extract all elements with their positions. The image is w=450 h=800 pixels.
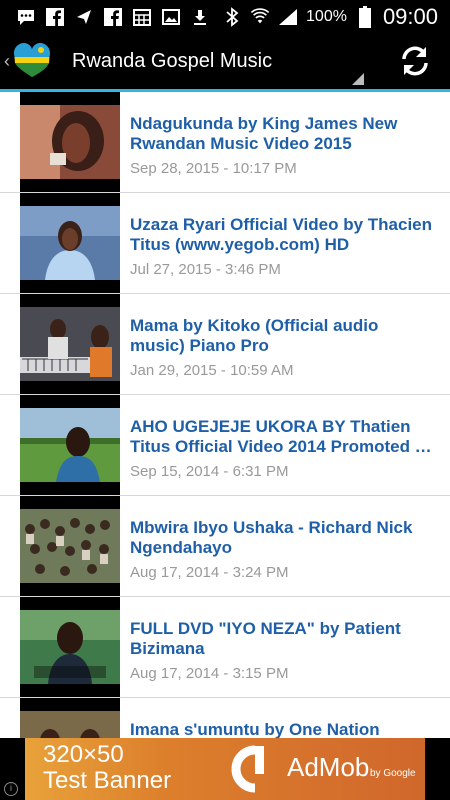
bluetooth-icon — [222, 6, 242, 27]
video-thumbnail[interactable] — [20, 92, 120, 192]
download-icon — [190, 7, 210, 27]
ad-by-google: by Google — [370, 768, 416, 779]
wifi-icon — [250, 7, 270, 27]
video-row[interactable]: Uzaza Ryari Official Video by Thacien Ti… — [0, 193, 450, 294]
calendar-icon — [132, 7, 152, 27]
ad-banner[interactable]: 320×50 Test Banner AdMob by Google — [25, 738, 425, 800]
battery-percent: 100% — [306, 7, 347, 25]
facebook-icon — [45, 7, 65, 27]
video-date: Sep 28, 2015 - 10:17 PM — [130, 160, 297, 177]
video-title[interactable]: Imana s'umuntu by One Nation — [130, 720, 435, 738]
back-chevron-icon[interactable]: ‹ — [4, 51, 10, 72]
flight-icon — [74, 7, 94, 27]
video-row[interactable]: Ndagukunda by King James New Rwandan Mus… — [0, 92, 450, 193]
ad-test-label: Test Banner — [43, 767, 172, 794]
video-title[interactable]: FULL DVD "IYO NEZA" by Patient Bizimana — [130, 619, 435, 659]
refresh-icon[interactable] — [398, 44, 432, 78]
battery-icon — [355, 5, 375, 28]
ad-brand: AdMob — [287, 752, 370, 782]
video-row[interactable]: FULL DVD "IYO NEZA" by Patient Bizimana … — [0, 597, 450, 698]
rwanda-heart-logo-icon[interactable] — [12, 41, 52, 81]
video-row[interactable]: AHO UGEJEJE UKORA BY Thatien Titus Offic… — [0, 395, 450, 496]
video-date: Jan 29, 2015 - 10:59 AM — [130, 362, 294, 379]
status-bar: 100% 09:00 — [0, 0, 450, 33]
video-row[interactable]: Imana s'umuntu by One Nation — [0, 698, 450, 738]
video-title[interactable]: Uzaza Ryari Official Video by Thacien Ti… — [130, 215, 435, 255]
clock: 09:00 — [382, 3, 438, 29]
chat-icon — [16, 7, 36, 27]
video-thumbnail[interactable] — [20, 698, 120, 738]
video-date: Sep 15, 2014 - 6:31 PM — [130, 463, 289, 480]
app-title: Rwanda Gospel Music — [72, 49, 273, 72]
video-row[interactable]: Mbwira Ibyo Ushaka - Richard Nick Ngenda… — [0, 496, 450, 597]
video-list[interactable]: Ndagukunda by King James New Rwandan Mus… — [0, 92, 450, 738]
image-icon — [161, 7, 181, 27]
facebook-icon — [103, 7, 123, 27]
video-thumbnail[interactable] — [20, 395, 120, 495]
ad-info-icon[interactable]: i — [4, 782, 18, 796]
video-date: Jul 27, 2015 - 3:46 PM — [130, 261, 281, 278]
video-thumbnail[interactable] — [20, 193, 120, 293]
video-thumbnail[interactable] — [20, 294, 120, 394]
action-bar: ‹ Rwanda Gospel Music — [0, 33, 450, 89]
ad-size-label: 320×50 — [43, 741, 124, 768]
ad-text: 320×50 Test Banner — [43, 742, 171, 794]
video-title[interactable]: AHO UGEJEJE UKORA BY Thatien Titus Offic… — [130, 417, 435, 457]
video-thumbnail[interactable] — [20, 496, 120, 596]
overflow-indicator-icon — [352, 73, 364, 85]
admob-logo-icon — [231, 745, 264, 793]
video-thumbnail[interactable] — [20, 597, 120, 697]
video-row[interactable]: Mama by Kitoko (Official audio music) Pi… — [0, 294, 450, 395]
video-title[interactable]: Mama by Kitoko (Official audio music) Pi… — [130, 316, 435, 356]
video-date: Aug 17, 2014 - 3:24 PM — [130, 564, 289, 581]
ad-container: i 320×50 Test Banner AdMob by Google — [0, 738, 450, 800]
video-title[interactable]: Ndagukunda by King James New Rwandan Mus… — [130, 114, 435, 154]
signal-icon — [278, 7, 298, 27]
video-title[interactable]: Mbwira Ibyo Ushaka - Richard Nick Ngenda… — [130, 518, 435, 558]
video-date: Aug 17, 2014 - 3:15 PM — [130, 665, 289, 682]
